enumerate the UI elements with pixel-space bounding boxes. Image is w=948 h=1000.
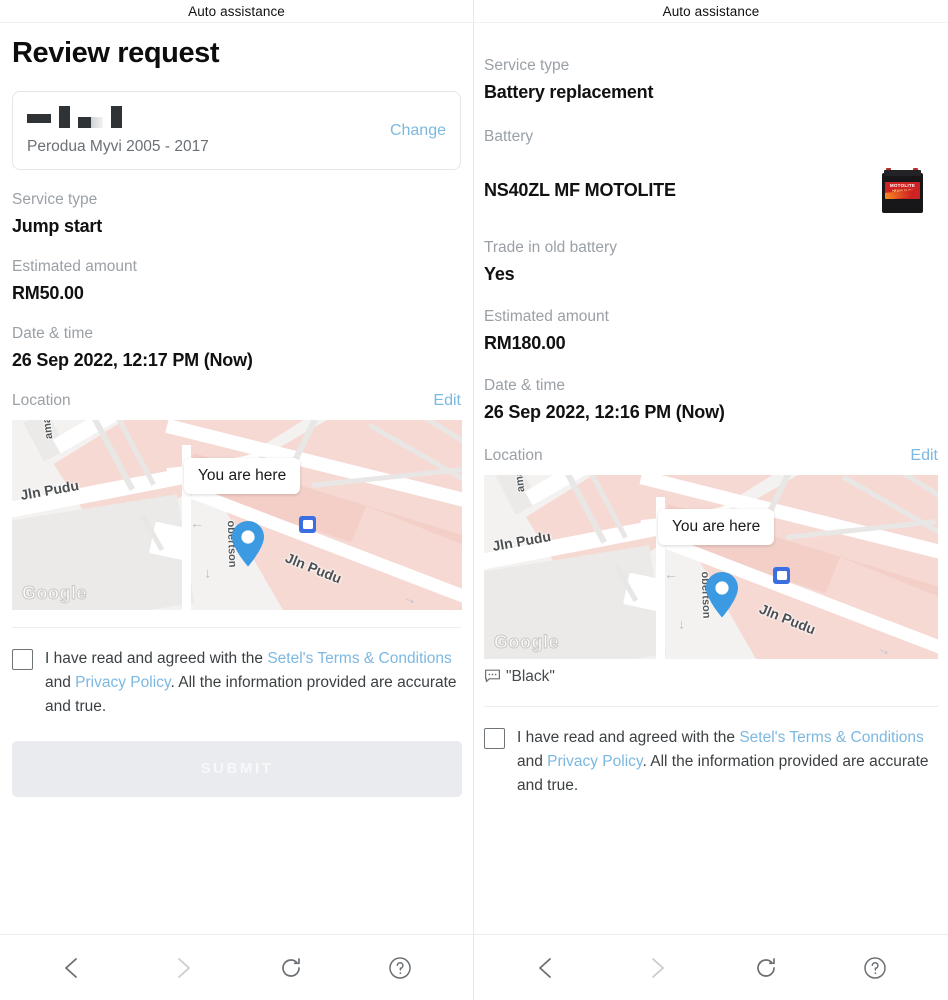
terms-checkbox[interactable]	[484, 727, 505, 749]
terms-agreement-row[interactable]: I have read and agreed with the Setel's …	[12, 647, 461, 719]
left-titlebar: Auto assistance	[0, 0, 473, 23]
location-label: Location	[484, 446, 543, 464]
terms-checkbox[interactable]	[12, 648, 33, 670]
section-divider	[484, 705, 938, 707]
terms-text: I have read and agreed with the Setel's …	[45, 647, 461, 719]
plate-block-2	[59, 106, 70, 128]
privacy-policy-link[interactable]: Privacy Policy	[547, 753, 642, 770]
field-estimated-amount: Estimated amount RM180.00	[484, 307, 938, 354]
reload-button[interactable]	[744, 946, 788, 990]
vehicle-name: Perodua Myvi 2005 - 2017	[27, 138, 209, 155]
map-tooltip: You are here	[184, 457, 301, 494]
field-value: Battery replacement	[484, 81, 654, 102]
submit-button[interactable]: SUBMIT	[12, 740, 462, 797]
map-street-label: ama	[40, 419, 56, 440]
terms-middle: and	[517, 752, 548, 770]
field-value: RM50.00	[12, 282, 84, 303]
field-trade-in: Trade in old battery Yes	[484, 238, 938, 285]
left-scroll-body[interactable]: Review request Perodua Myvi 2005 - 2017 …	[0, 23, 473, 934]
field-battery: Battery NS40ZL MF MOTOLITE MOTOLITE HEAV	[484, 127, 938, 214]
google-attribution: Google	[22, 582, 88, 603]
terms-prefix: I have read and agreed with the	[517, 728, 740, 746]
field-label: Service type	[12, 191, 98, 208]
license-plate-redacted	[27, 106, 446, 128]
battery-product-image: MOTOLITE HEAVY DUTY	[879, 167, 926, 214]
field-label: Estimated amount	[12, 257, 137, 275]
right-scroll-body[interactable]: Service type Battery replacement Battery…	[474, 23, 948, 934]
plate-block-1	[27, 114, 51, 123]
terms-conditions-link[interactable]: Setel's Terms & Conditions	[267, 650, 451, 667]
map-direction-arrow: ←	[671, 617, 687, 632]
field-value: 26 Sep 2022, 12:17 PM (Now)	[12, 349, 253, 370]
help-button[interactable]	[853, 946, 897, 990]
dual-screenshot-container: Auto assistance Review request Perodua M…	[0, 0, 948, 1000]
field-label: Service type	[484, 57, 570, 74]
location-map[interactable]: ama Jln Pudu obertson Jln Pudu ← ← → You…	[484, 474, 938, 659]
field-value: Yes	[484, 263, 515, 284]
map-direction-arrow: ←	[190, 514, 204, 531]
map-direction-arrow: ←	[197, 566, 213, 581]
location-pin-icon	[229, 520, 267, 568]
edit-location-button[interactable]: Edit	[433, 392, 461, 410]
field-label: Battery	[484, 127, 534, 145]
field-date-time: Date & time 26 Sep 2022, 12:17 PM (Now)	[12, 324, 461, 371]
field-label: Trade in old battery	[484, 238, 617, 256]
plate-block-4	[111, 106, 122, 128]
battery-brand-name: MOTOLITE	[889, 183, 916, 189]
google-attribution: Google	[494, 631, 560, 652]
field-value: Jump start	[12, 215, 103, 236]
location-map[interactable]: ama Jln Pudu obertson Jln Pudu ← ← → You…	[12, 419, 462, 610]
back-button[interactable]	[51, 946, 95, 990]
terms-conditions-link[interactable]: Setel's Terms & Conditions	[739, 729, 923, 746]
change-vehicle-button[interactable]: Change	[390, 122, 446, 140]
location-label: Location	[12, 391, 71, 409]
field-value: 26 Sep 2022, 12:16 PM (Now)	[484, 401, 725, 422]
field-location: Location Edit	[12, 391, 461, 412]
vehicle-card[interactable]: Perodua Myvi 2005 - 2017 Change	[12, 91, 461, 170]
transit-station-icon	[773, 566, 790, 584]
section-divider	[12, 626, 461, 628]
reload-button[interactable]	[269, 946, 313, 990]
right-screen: Auto assistance Service type Battery rep…	[474, 0, 948, 1000]
forward-button[interactable]	[634, 946, 678, 990]
left-browser-navbar	[0, 934, 473, 1000]
field-label: Date & time	[484, 376, 565, 394]
app-title: Auto assistance	[662, 3, 760, 19]
privacy-policy-link[interactable]: Privacy Policy	[75, 674, 170, 691]
field-estimated-amount: Estimated amount RM50.00	[12, 257, 461, 304]
right-browser-navbar	[474, 934, 948, 1000]
plate-block-3-fade	[91, 117, 103, 128]
battery-top	[884, 169, 921, 176]
remarks-note: "Black"	[484, 668, 938, 686]
terms-text: I have read and agreed with the Setel's …	[517, 726, 938, 798]
app-title: Auto assistance	[188, 3, 285, 19]
field-service-type: Service type Jump start	[12, 190, 461, 237]
forward-button[interactable]	[160, 946, 204, 990]
right-titlebar: Auto assistance	[474, 0, 948, 23]
transit-station-icon	[299, 515, 316, 533]
field-label: Estimated amount	[484, 307, 609, 325]
map-direction-arrow: ←	[664, 565, 678, 582]
field-value: RM180.00	[484, 332, 566, 353]
terms-agreement-row[interactable]: I have read and agreed with the Setel's …	[484, 726, 938, 798]
battery-brand-label: MOTOLITE HEAVY DUTY	[885, 181, 920, 199]
field-label: Date & time	[12, 324, 93, 342]
terms-prefix: I have read and agreed with the	[45, 649, 268, 667]
field-location: Location Edit	[484, 446, 938, 467]
terms-middle: and	[45, 673, 76, 691]
plate-block-3	[78, 117, 91, 128]
location-pin-icon	[703, 571, 741, 619]
map-street-label: ama	[512, 474, 528, 493]
left-screen: Auto assistance Review request Perodua M…	[0, 0, 474, 1000]
comment-bubble-icon	[484, 669, 501, 684]
field-value: NS40ZL MF MOTOLITE	[484, 180, 676, 201]
field-service-type: Service type Battery replacement	[484, 56, 938, 103]
field-date-time: Date & time 26 Sep 2022, 12:16 PM (Now)	[484, 376, 938, 423]
edit-location-button[interactable]: Edit	[910, 447, 938, 465]
remarks-text: "Black"	[506, 667, 555, 685]
page-title: Review request	[12, 37, 220, 69]
map-tooltip: You are here	[658, 508, 775, 545]
back-button[interactable]	[525, 946, 569, 990]
help-button[interactable]	[378, 946, 422, 990]
